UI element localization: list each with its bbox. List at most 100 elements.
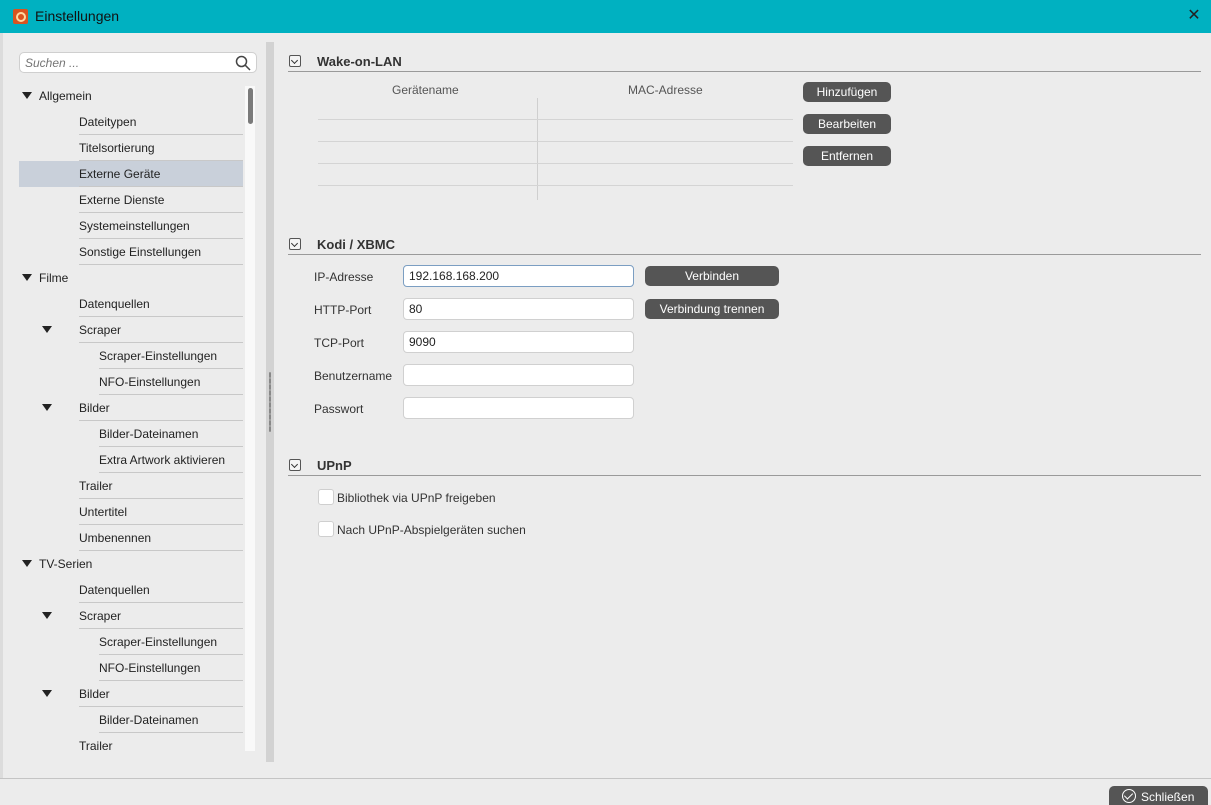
ip-address-label: IP-Adresse xyxy=(314,270,374,284)
tcp-port-field[interactable] xyxy=(403,331,634,353)
edit-device-button[interactable]: Bearbeiten xyxy=(803,114,891,134)
tree-item-label: Trailer xyxy=(79,739,113,753)
upnp-section-header: UPnP xyxy=(288,456,1201,476)
tree-item[interactable]: Umbenennen xyxy=(19,525,243,551)
tree-item-label: Extra Artwork aktivieren xyxy=(99,453,226,467)
kodi-collapse-toggle[interactable] xyxy=(289,238,301,250)
scrollbar-thumb[interactable] xyxy=(248,88,253,124)
tree-item-label: Datenquellen xyxy=(79,583,150,597)
kodi-section-header: Kodi / XBMC xyxy=(288,235,1201,255)
tree-item-label: Scraper xyxy=(79,323,122,337)
checkmark-icon xyxy=(1122,789,1136,803)
tree-item[interactable]: Scraper xyxy=(19,317,243,343)
expand-triangle-icon[interactable] xyxy=(22,274,32,281)
tree-item[interactable]: Titelsortierung xyxy=(19,135,243,161)
http-port-label: HTTP-Port xyxy=(314,303,372,317)
tree-item[interactable]: Trailer xyxy=(19,733,243,753)
tree-item-label: Scraper-Einstellungen xyxy=(99,635,218,649)
tree-item[interactable]: Bilder-Dateinamen xyxy=(19,421,243,447)
expand-triangle-icon[interactable] xyxy=(42,326,52,333)
tree-item[interactable]: Externe Geräte xyxy=(19,161,243,187)
settings-sidebar: Allgemein Dateitypen Titelsortierung Extern… xyxy=(19,52,257,753)
search-icon[interactable] xyxy=(235,55,251,71)
share-library-label: Bibliothek via UPnP freigeben xyxy=(337,491,496,505)
tree-item[interactable]: Systemeinstellungen xyxy=(19,213,243,239)
splitter-grip xyxy=(269,372,271,432)
tree-item-label: Filme xyxy=(39,271,69,285)
tree-item[interactable]: Scraper xyxy=(19,603,243,629)
http-port-field[interactable] xyxy=(403,298,634,320)
tree-item[interactable]: Bilder xyxy=(19,681,243,707)
tree-item[interactable]: Dateitypen xyxy=(19,109,243,135)
table-row-divider xyxy=(318,163,793,164)
app-icon xyxy=(13,9,28,24)
disconnect-button[interactable]: Verbindung trennen xyxy=(645,299,779,319)
tree-item-label: Bilder-Dateinamen xyxy=(99,713,199,727)
expand-triangle-icon[interactable] xyxy=(42,404,52,411)
close-window-icon[interactable]: ✕ xyxy=(1185,6,1203,26)
remove-device-button[interactable]: Entfernen xyxy=(803,146,891,166)
tree-item[interactable]: Datenquellen xyxy=(19,291,243,317)
close-button[interactable]: Schließen xyxy=(1109,786,1208,805)
close-button-label: Schließen xyxy=(1141,790,1195,804)
settings-tree: Allgemein Dateitypen Titelsortierung Extern… xyxy=(19,83,243,753)
tree-item[interactable]: NFO-Einstellungen xyxy=(19,655,243,681)
wol-collapse-toggle[interactable] xyxy=(289,55,301,67)
upnp-collapse-toggle[interactable] xyxy=(289,459,301,471)
password-label: Passwort xyxy=(314,402,364,416)
username-field[interactable] xyxy=(403,364,634,386)
tree-item-label: NFO-Einstellungen xyxy=(99,661,201,675)
password-field[interactable] xyxy=(403,397,634,419)
tree-item-label: Bilder xyxy=(79,401,110,415)
tree-item[interactable]: Bilder xyxy=(19,395,243,421)
column-header-mac-address[interactable]: MAC-Adresse xyxy=(628,83,703,97)
tree-item[interactable]: Allgemein xyxy=(19,83,243,109)
expand-triangle-icon[interactable] xyxy=(22,560,32,567)
expand-triangle-icon[interactable] xyxy=(42,612,52,619)
tree-item-label: Umbenennen xyxy=(79,531,152,545)
tree-item-label: Bilder-Dateinamen xyxy=(99,427,199,441)
search-players-label: Nach UPnP-Abspielgeräten suchen xyxy=(337,523,526,537)
tree-item-label: Scraper xyxy=(79,609,122,623)
tree-item[interactable]: Bilder-Dateinamen xyxy=(19,707,243,733)
upnp-section-title: UPnP xyxy=(317,458,352,473)
share-library-checkbox[interactable] xyxy=(318,489,334,505)
panel-splitter[interactable] xyxy=(266,42,274,762)
expand-triangle-icon[interactable] xyxy=(42,690,52,697)
tree-scrollbar[interactable] xyxy=(245,86,255,751)
search-input[interactable] xyxy=(25,55,225,70)
footer-divider xyxy=(0,778,1211,779)
window-title: Einstellungen xyxy=(35,8,120,24)
tree-item[interactable]: Datenquellen xyxy=(19,577,243,603)
tree-item-label: TV-Serien xyxy=(39,557,93,571)
tree-item[interactable]: Filme xyxy=(19,265,243,291)
table-row-divider xyxy=(318,141,793,142)
tree-item[interactable]: Trailer xyxy=(19,473,243,499)
table-row-divider xyxy=(318,119,793,120)
tree-item-label: Datenquellen xyxy=(79,297,150,311)
connect-button[interactable]: Verbinden xyxy=(645,266,779,286)
window-border xyxy=(0,33,3,778)
tree-item[interactable]: Extra Artwork aktivieren xyxy=(19,447,243,473)
tree-item[interactable]: Scraper-Einstellungen xyxy=(19,629,243,655)
tree-item[interactable]: Scraper-Einstellungen xyxy=(19,343,243,369)
tree-item[interactable]: Sonstige Einstellungen xyxy=(19,239,243,265)
tree-item-label: NFO-Einstellungen xyxy=(99,375,201,389)
tcp-port-label: TCP-Port xyxy=(314,336,365,350)
wol-section-title: Wake-on-LAN xyxy=(317,54,402,69)
tree-item-label: Allgemein xyxy=(39,89,92,103)
tree-item[interactable]: Externe Dienste xyxy=(19,187,243,213)
tree-item[interactable]: TV-Serien xyxy=(19,551,243,577)
tree-item[interactable]: NFO-Einstellungen xyxy=(19,369,243,395)
tree-item-label: Titelsortierung xyxy=(79,141,155,155)
expand-triangle-icon[interactable] xyxy=(22,92,32,99)
ip-address-field[interactable] xyxy=(403,265,634,287)
tree-item[interactable]: Untertitel xyxy=(19,499,243,525)
kodi-section-title: Kodi / XBMC xyxy=(317,237,395,252)
column-header-device-name[interactable]: Gerätename xyxy=(392,83,459,97)
add-device-button[interactable]: Hinzufügen xyxy=(803,82,891,102)
username-label: Benutzername xyxy=(314,369,393,383)
tree-item-label: Externe Geräte xyxy=(79,167,161,181)
search-players-checkbox[interactable] xyxy=(318,521,334,537)
tree-item-label: Untertitel xyxy=(79,505,128,519)
